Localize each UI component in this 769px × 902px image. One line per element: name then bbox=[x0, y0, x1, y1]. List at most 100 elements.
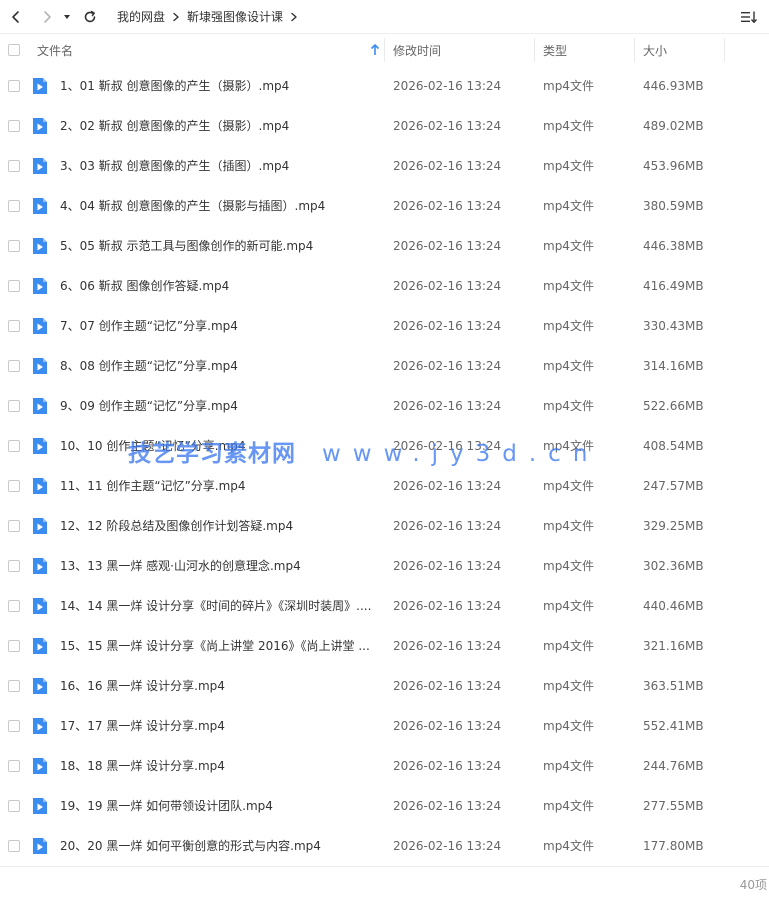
row-checkbox[interactable] bbox=[8, 200, 20, 212]
refresh-button[interactable] bbox=[79, 6, 101, 28]
file-row[interactable]: 19、19 黑一烊 如何带领设计团队.mp4 2026-02-16 13:24 … bbox=[0, 786, 769, 826]
row-checkbox[interactable] bbox=[8, 320, 20, 332]
row-checkbox[interactable] bbox=[8, 280, 20, 292]
file-name: 4、04 靳叔 创意图像的产生（摄影与插图）.mp4 bbox=[60, 199, 326, 213]
file-row[interactable]: 14、14 黑一烊 设计分享《时间的碎片》《深圳时装周》.... 2026-02… bbox=[0, 586, 769, 626]
file-type: mp4文件 bbox=[543, 279, 594, 293]
row-checkbox[interactable] bbox=[8, 400, 20, 412]
file-list: 1、01 靳叔 创意图像的产生（摄影）.mp4 2026-02-16 13:24… bbox=[0, 66, 769, 866]
file-size: 314.16MB bbox=[643, 359, 704, 373]
file-row[interactable]: 1、01 靳叔 创意图像的产生（摄影）.mp4 2026-02-16 13:24… bbox=[0, 66, 769, 106]
file-name: 1、01 靳叔 创意图像的产生（摄影）.mp4 bbox=[60, 79, 290, 93]
video-file-icon bbox=[33, 798, 47, 814]
file-size: 552.41MB bbox=[643, 719, 704, 733]
breadcrumb: 我的网盘 靳埭强图像设计课 bbox=[117, 8, 305, 25]
file-row[interactable]: 13、13 黑一烊 感观·山河水的创意理念.mp4 2026-02-16 13:… bbox=[0, 546, 769, 586]
file-size: 247.57MB bbox=[643, 479, 704, 493]
row-checkbox[interactable] bbox=[8, 680, 20, 692]
row-checkbox[interactable] bbox=[8, 160, 20, 172]
file-row[interactable]: 17、17 黑一烊 设计分享.mp4 2026-02-16 13:24 mp4文… bbox=[0, 706, 769, 746]
file-row[interactable]: 4、04 靳叔 创意图像的产生（摄影与插图）.mp4 2026-02-16 13… bbox=[0, 186, 769, 226]
file-name: 18、18 黑一烊 设计分享.mp4 bbox=[60, 759, 225, 773]
sort-view-button[interactable] bbox=[739, 7, 759, 27]
file-row[interactable]: 7、07 创作主题“记忆”分享.mp4 2026-02-16 13:24 mp4… bbox=[0, 306, 769, 346]
file-row[interactable]: 8、08 创作主题“记忆”分享.mp4 2026-02-16 13:24 mp4… bbox=[0, 346, 769, 386]
file-type: mp4文件 bbox=[543, 119, 594, 133]
row-checkbox[interactable] bbox=[8, 800, 20, 812]
column-divider[interactable] bbox=[634, 38, 635, 62]
file-size: 321.16MB bbox=[643, 639, 704, 653]
file-size: 363.51MB bbox=[643, 679, 704, 693]
file-modified-time: 2026-02-16 13:24 bbox=[393, 359, 502, 373]
chevron-right-icon bbox=[44, 10, 51, 23]
row-checkbox[interactable] bbox=[8, 80, 20, 92]
file-modified-time: 2026-02-16 13:24 bbox=[393, 399, 502, 413]
file-row[interactable]: 6、06 靳叔 图像创作答疑.mp4 2026-02-16 13:24 mp4文… bbox=[0, 266, 769, 306]
file-name: 11、11 创作主题“记忆”分享.mp4 bbox=[60, 479, 246, 493]
file-size: 446.38MB bbox=[643, 239, 704, 253]
select-all-checkbox[interactable] bbox=[8, 44, 20, 56]
row-checkbox[interactable] bbox=[8, 640, 20, 652]
row-checkbox[interactable] bbox=[8, 240, 20, 252]
file-modified-time: 2026-02-16 13:24 bbox=[393, 199, 502, 213]
column-type-header[interactable]: 类型 bbox=[543, 34, 633, 66]
file-name: 5、05 靳叔 示范工具与图像创作的新可能.mp4 bbox=[60, 239, 314, 253]
column-divider[interactable] bbox=[534, 38, 535, 62]
file-row[interactable]: 18、18 黑一烊 设计分享.mp4 2026-02-16 13:24 mp4文… bbox=[0, 746, 769, 786]
video-file-icon bbox=[33, 598, 47, 614]
file-modified-time: 2026-02-16 13:24 bbox=[393, 519, 502, 533]
file-type: mp4文件 bbox=[543, 679, 594, 693]
file-name: 16、16 黑一烊 设计分享.mp4 bbox=[60, 679, 225, 693]
file-modified-time: 2026-02-16 13:24 bbox=[393, 79, 502, 93]
row-checkbox[interactable] bbox=[8, 440, 20, 452]
file-row[interactable]: 5、05 靳叔 示范工具与图像创作的新可能.mp4 2026-02-16 13:… bbox=[0, 226, 769, 266]
file-type: mp4文件 bbox=[543, 239, 594, 253]
row-checkbox[interactable] bbox=[8, 600, 20, 612]
column-size-header[interactable]: 大小 bbox=[643, 34, 723, 66]
file-modified-time: 2026-02-16 13:24 bbox=[393, 839, 502, 853]
chevron-right-icon[interactable] bbox=[287, 10, 301, 24]
column-modified-header[interactable]: 修改时间 bbox=[393, 34, 533, 66]
column-divider[interactable] bbox=[384, 38, 385, 62]
file-row[interactable]: 15、15 黑一烊 设计分享《尚上讲堂 2016》《尚上讲堂 ... 2026-… bbox=[0, 626, 769, 666]
file-row[interactable]: 20、20 黑一烊 如何平衡创意的形式与内容.mp4 2026-02-16 13… bbox=[0, 826, 769, 866]
file-type: mp4文件 bbox=[543, 439, 594, 453]
file-modified-time: 2026-02-16 13:24 bbox=[393, 639, 502, 653]
file-size: 329.25MB bbox=[643, 519, 704, 533]
file-size: 440.46MB bbox=[643, 599, 704, 613]
row-checkbox[interactable] bbox=[8, 520, 20, 532]
back-button[interactable] bbox=[5, 6, 27, 28]
file-row[interactable]: 12、12 阶段总结及图像创作计划答疑.mp4 2026-02-16 13:24… bbox=[0, 506, 769, 546]
file-modified-time: 2026-02-16 13:24 bbox=[393, 119, 502, 133]
history-dropdown-button[interactable] bbox=[60, 6, 74, 28]
file-row[interactable]: 3、03 靳叔 创意图像的产生（插图）.mp4 2026-02-16 13:24… bbox=[0, 146, 769, 186]
column-name-header[interactable]: 文件名 bbox=[37, 34, 382, 66]
video-file-icon bbox=[33, 118, 47, 134]
row-checkbox[interactable] bbox=[8, 840, 20, 852]
file-row[interactable]: 10、10 创作主题“记忆”分享.mp4 2026-02-16 13:24 mp… bbox=[0, 426, 769, 466]
row-checkbox[interactable] bbox=[8, 720, 20, 732]
breadcrumb-item-current[interactable]: 靳埭强图像设计课 bbox=[187, 8, 283, 25]
file-name: 9、09 创作主题“记忆”分享.mp4 bbox=[60, 399, 238, 413]
file-row[interactable]: 2、02 靳叔 创意图像的产生（摄影）.mp4 2026-02-16 13:24… bbox=[0, 106, 769, 146]
file-row[interactable]: 16、16 黑一烊 设计分享.mp4 2026-02-16 13:24 mp4文… bbox=[0, 666, 769, 706]
row-checkbox[interactable] bbox=[8, 360, 20, 372]
file-type: mp4文件 bbox=[543, 519, 594, 533]
file-modified-time: 2026-02-16 13:24 bbox=[393, 439, 502, 453]
row-checkbox[interactable] bbox=[8, 760, 20, 772]
forward-button[interactable] bbox=[36, 6, 58, 28]
video-file-icon bbox=[33, 318, 47, 334]
file-name: 19、19 黑一烊 如何带领设计团队.mp4 bbox=[60, 799, 273, 813]
file-name: 10、10 创作主题“记忆”分享.mp4 bbox=[60, 439, 246, 453]
column-divider[interactable] bbox=[724, 38, 725, 62]
file-row[interactable]: 11、11 创作主题“记忆”分享.mp4 2026-02-16 13:24 mp… bbox=[0, 466, 769, 506]
row-checkbox[interactable] bbox=[8, 120, 20, 132]
video-file-icon bbox=[33, 518, 47, 534]
row-checkbox[interactable] bbox=[8, 480, 20, 492]
row-checkbox[interactable] bbox=[8, 560, 20, 572]
file-modified-time: 2026-02-16 13:24 bbox=[393, 759, 502, 773]
file-row[interactable]: 9、09 创作主题“记忆”分享.mp4 2026-02-16 13:24 mp4… bbox=[0, 386, 769, 426]
file-size: 244.76MB bbox=[643, 759, 704, 773]
file-modified-time: 2026-02-16 13:24 bbox=[393, 799, 502, 813]
breadcrumb-item-root[interactable]: 我的网盘 bbox=[117, 8, 165, 25]
